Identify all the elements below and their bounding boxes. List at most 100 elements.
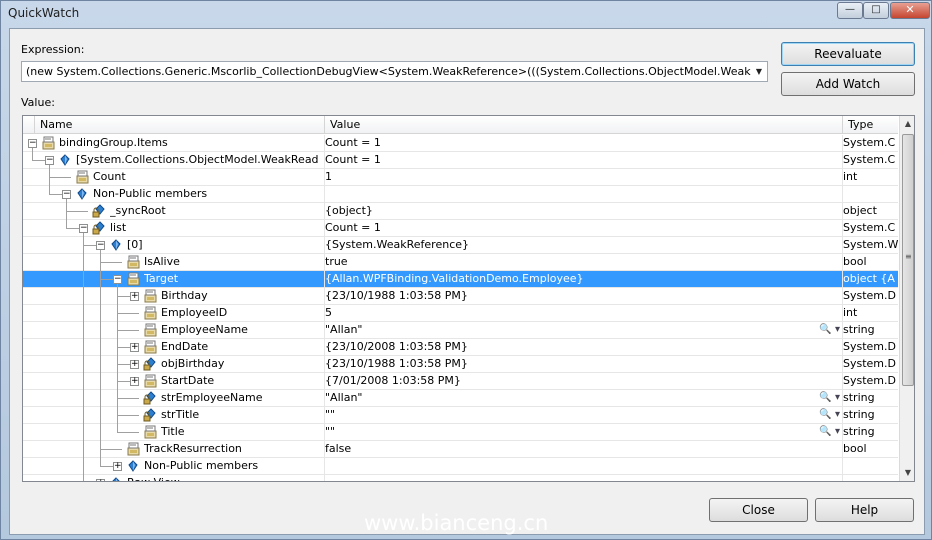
collapse-icon[interactable]: − — [113, 275, 122, 284]
tree-connector — [117, 381, 130, 382]
reevaluate-button[interactable]: Reevaluate — [781, 42, 915, 66]
magnifier-icon[interactable]: 🔍 ▾ — [819, 392, 840, 403]
table-row[interactable]: − [System.Collections.ObjectModel.WeakRea… — [23, 152, 898, 169]
property-icon — [126, 442, 141, 456]
magnifier-icon[interactable]: 🔍 ▾ — [819, 324, 840, 335]
table-row[interactable]: + objBirthday {23/10/1988 1:03:58 PM} Syste… — [23, 356, 898, 373]
table-row[interactable]: TrackResurrection false bool — [23, 441, 898, 458]
row-name: objBirthday — [161, 357, 225, 370]
row-type: object {A — [843, 272, 895, 285]
table-row[interactable]: Count 1 int — [23, 169, 898, 186]
row-type: object — [843, 204, 877, 217]
row-name: EndDate — [161, 340, 209, 353]
dialog-client-area: Expression: (new System.Collections.Gene… — [9, 28, 925, 535]
row-value: {System.WeakReference} — [325, 238, 470, 251]
expand-icon[interactable]: + — [130, 292, 139, 301]
watch-grid[interactable]: Name Value Type − bindingGroup.Items Count… — [22, 115, 915, 482]
chevron-down-icon[interactable]: ▼ — [751, 62, 767, 81]
add-watch-button[interactable]: Add Watch — [781, 72, 915, 96]
table-row[interactable]: strEmployeeName "Allan" 🔍 ▾ string — [23, 390, 898, 407]
row-type: System.C — [843, 153, 896, 166]
table-row[interactable]: _syncRoot {object} object — [23, 203, 898, 220]
tree-connector — [100, 262, 122, 263]
header-spacer — [23, 116, 35, 134]
scroll-thumb[interactable]: ≡ — [902, 134, 914, 386]
collapse-icon[interactable]: − — [96, 241, 105, 250]
row-value: 5 — [325, 306, 332, 319]
collapse-icon[interactable]: − — [28, 139, 37, 148]
property-icon — [126, 255, 141, 269]
tree-connector — [117, 296, 130, 297]
table-row[interactable]: − Target {Allan.WPFBinding.ValidationDemo.… — [23, 271, 898, 288]
private-field-icon — [143, 408, 158, 422]
property-icon — [143, 306, 158, 320]
table-row[interactable]: Title "" 🔍 ▾ string — [23, 424, 898, 441]
row-name: Non-Public members — [93, 187, 208, 200]
table-row[interactable]: + Non-Public members — [23, 458, 898, 475]
tree-connector — [49, 194, 62, 195]
scroll-down-icon[interactable]: ▼ — [900, 465, 914, 481]
table-row[interactable]: + Raw View — [23, 475, 898, 481]
expand-icon[interactable]: + — [96, 479, 105, 481]
table-row[interactable]: − bindingGroup.Items Count = 1 System.C — [23, 135, 898, 152]
row-name: IsAlive — [144, 255, 180, 268]
tree-guide — [49, 165, 50, 194]
close-window-button[interactable]: ✕ — [890, 2, 930, 19]
column-header-name[interactable]: Name — [35, 116, 325, 134]
magnifier-icon[interactable]: 🔍 ▾ — [819, 409, 840, 420]
row-value: Count = 1 — [325, 221, 381, 234]
expression-combobox[interactable]: (new System.Collections.Generic.Mscorlib… — [21, 61, 768, 82]
property-icon — [143, 425, 158, 439]
row-name: StartDate — [161, 374, 215, 387]
tree-connector — [100, 466, 113, 467]
row-name: EmployeeName — [161, 323, 248, 336]
row-type: string — [843, 408, 875, 421]
tree-connector — [117, 313, 139, 314]
row-type — [843, 458, 898, 475]
field-icon — [109, 476, 124, 481]
expand-icon[interactable]: + — [113, 462, 122, 471]
collapse-icon[interactable]: − — [79, 224, 88, 233]
table-row[interactable]: EmployeeID 5 int — [23, 305, 898, 322]
expand-icon[interactable]: + — [130, 360, 139, 369]
row-name: bindingGroup.Items — [59, 136, 168, 149]
table-row[interactable]: strTitle "" 🔍 ▾ string — [23, 407, 898, 424]
grid-header: Name Value Type — [23, 116, 898, 134]
expression-input[interactable]: (new System.Collections.Generic.Mscorlib… — [26, 65, 767, 78]
column-header-value[interactable]: Value — [325, 116, 843, 134]
field-icon — [126, 459, 141, 473]
help-button[interactable]: Help — [815, 498, 914, 522]
collapse-icon[interactable]: − — [62, 190, 71, 199]
vertical-scrollbar[interactable]: ▲ ≡ ▼ — [899, 116, 914, 481]
table-row[interactable]: − [0] {System.WeakReference} System.W — [23, 237, 898, 254]
row-type: System.D — [843, 357, 896, 370]
column-header-type[interactable]: Type — [843, 116, 899, 134]
row-type: System.C — [843, 221, 896, 234]
table-row[interactable]: − Non-Public members — [23, 186, 898, 203]
property-icon — [143, 340, 158, 354]
row-type: System.D — [843, 289, 896, 302]
expand-icon[interactable]: + — [130, 343, 139, 352]
table-row[interactable]: + EndDate {23/10/2008 1:03:58 PM} System.D — [23, 339, 898, 356]
row-name: strTitle — [161, 408, 200, 421]
table-row[interactable]: EmployeeName "Allan" 🔍 ▾ string — [23, 322, 898, 339]
row-type: System.C — [843, 136, 896, 149]
tree-connector — [117, 398, 139, 399]
table-row[interactable]: − list Count = 1 System.C — [23, 220, 898, 237]
collapse-icon[interactable]: − — [45, 156, 54, 165]
table-row[interactable]: IsAlive true bool — [23, 254, 898, 271]
tree-guide — [100, 250, 101, 466]
maximize-button[interactable]: □ — [863, 2, 889, 19]
table-row[interactable]: + StartDate {7/01/2008 1:03:58 PM} System.D — [23, 373, 898, 390]
row-value — [325, 475, 835, 481]
table-row[interactable]: + Birthday {23/10/1988 1:03:58 PM} System.D — [23, 288, 898, 305]
expand-icon[interactable]: + — [130, 377, 139, 386]
value-label: Value: — [21, 96, 55, 109]
row-value — [325, 186, 835, 203]
scroll-up-icon[interactable]: ▲ — [900, 116, 914, 132]
magnifier-icon[interactable]: 🔍 ▾ — [819, 426, 840, 437]
row-type — [843, 186, 898, 203]
row-name: Non-Public members — [144, 459, 259, 472]
close-button[interactable]: Close — [709, 498, 808, 522]
minimize-button[interactable]: — — [837, 2, 863, 19]
